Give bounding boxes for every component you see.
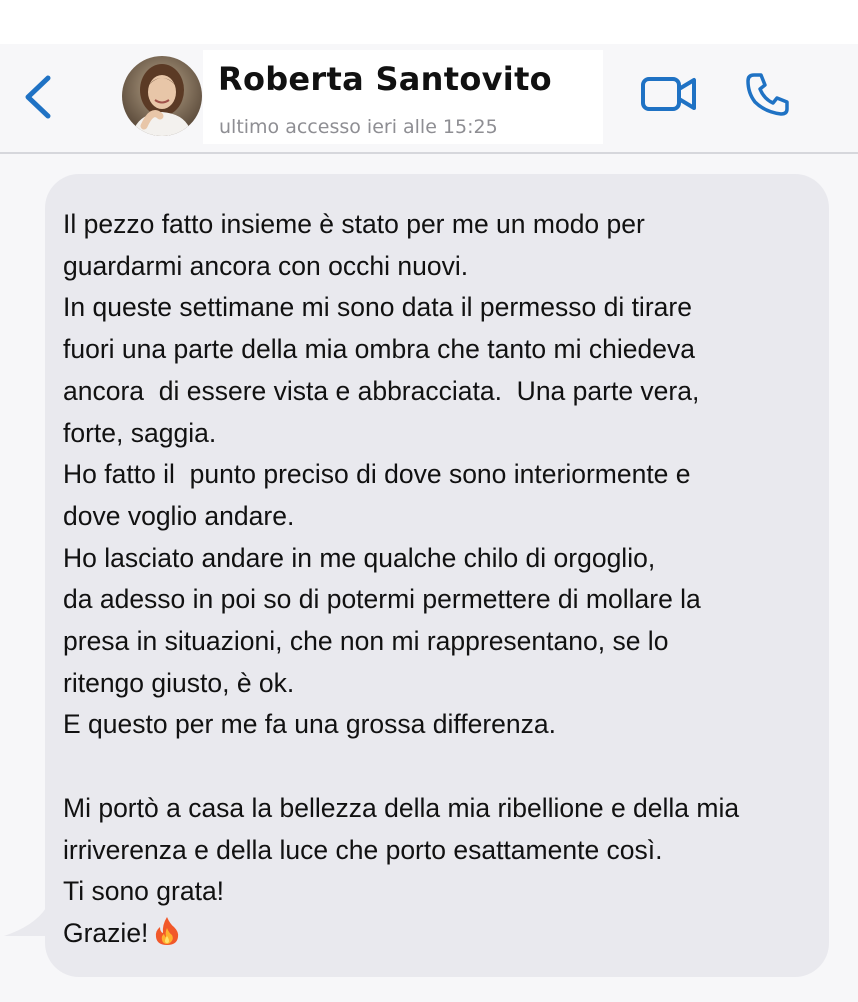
top-bar — [0, 0, 858, 44]
chevron-left-icon — [25, 75, 51, 119]
avatar-photo — [122, 56, 202, 136]
avatar[interactable] — [122, 56, 202, 136]
last-seen-status: ultimo accesso ieri alle 15:25 — [219, 116, 498, 138]
back-button[interactable] — [18, 72, 58, 122]
chat-header: Roberta Santovito ultimo accesso ieri al… — [0, 44, 858, 154]
video-camera-icon — [641, 77, 696, 111]
voice-call-button[interactable] — [744, 70, 792, 118]
phone-icon — [746, 73, 789, 116]
message-body: Il pezzo fatto insieme è stato per me un… — [63, 209, 740, 948]
contact-name: Roberta Santovito — [218, 60, 552, 98]
video-call-button[interactable] — [640, 74, 698, 114]
message-text: Il pezzo fatto insieme è stato per me un… — [63, 204, 823, 955]
message-bubble[interactable]: Il pezzo fatto insieme è stato per me un… — [45, 174, 829, 977]
fire-emoji-icon — [156, 916, 179, 945]
contact-title[interactable]: Roberta Santovito ultimo accesso ieri al… — [203, 50, 603, 144]
